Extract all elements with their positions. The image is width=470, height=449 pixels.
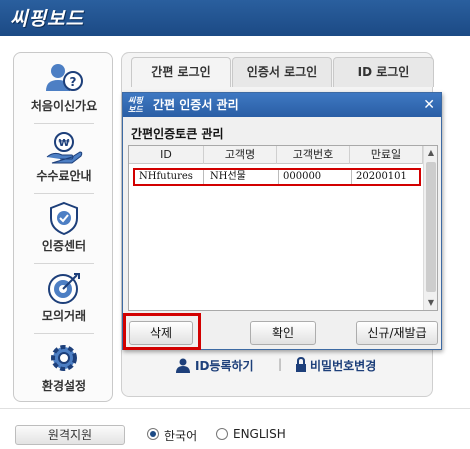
shield-check-icon xyxy=(50,201,78,235)
lock-icon xyxy=(296,357,306,372)
renew-button[interactable]: 신규/재발급 xyxy=(356,321,438,345)
radio-english[interactable] xyxy=(216,428,228,440)
password-change-link[interactable]: 비밀번호변경 xyxy=(310,357,376,374)
sidebar-item-settings[interactable]: 환경설정 xyxy=(14,341,114,394)
sidebar-item-first-time[interactable]: ? 처음이신가요 xyxy=(14,61,114,114)
remote-support-button[interactable]: 원격지원 xyxy=(15,425,125,445)
sidebar: ? 처음이신가요 ₩ 수수료안내 인증센터 모의거래 환경설정 xyxy=(13,52,113,402)
scroll-down-icon[interactable]: ▼ xyxy=(424,296,438,310)
footer-divider xyxy=(0,408,470,409)
tab-id-login[interactable]: ID 로그인 xyxy=(333,57,434,87)
id-register-link[interactable]: ID등록하기 xyxy=(195,357,254,374)
tab-simple-login[interactable]: 간편 로그인 xyxy=(131,57,231,87)
sidebar-item-cert-center[interactable]: 인증센터 xyxy=(14,201,114,254)
sidebar-item-label: 인증센터 xyxy=(41,239,87,253)
token-table: ID 고객명 고객번호 만료일 NHfutures NH선물 000000 20… xyxy=(128,145,438,311)
close-icon[interactable]: ✕ xyxy=(423,93,435,117)
top-bar: 씨핑보드 xyxy=(0,0,470,36)
gear-icon xyxy=(51,345,77,371)
sidebar-divider xyxy=(34,333,94,334)
user-question-icon: ? xyxy=(46,64,83,91)
column-header-name[interactable]: 고객명 xyxy=(204,146,277,164)
column-header-number[interactable]: 고객번호 xyxy=(277,146,350,164)
tab-cert-login[interactable]: 인증서 로그인 xyxy=(232,57,332,87)
radio-korean[interactable] xyxy=(147,428,159,440)
cell-id: NHfutures xyxy=(135,170,204,184)
brand-logo: 씨핑보드 xyxy=(10,8,84,30)
sidebar-divider xyxy=(34,263,94,264)
token-manage-dialog: 씨핑보드 간편 인증서 관리 ✕ 간편인증토큰 관리 ID 고객명 고객번호 만… xyxy=(122,92,442,350)
sidebar-item-label: 처음이신가요 xyxy=(30,99,98,113)
coin-hand-icon: ₩ xyxy=(46,132,83,164)
dialog-title: 간편 인증서 관리 xyxy=(153,98,239,112)
bottom-links: ID등록하기 | 비밀번호변경 xyxy=(176,357,396,377)
table-row[interactable]: NHfutures NH선물 000000 20200101 xyxy=(133,168,421,186)
cell-expiry: 20200101 xyxy=(356,171,407,182)
column-header-id[interactable]: ID xyxy=(129,146,204,164)
sidebar-item-label: 수수료안내 xyxy=(36,169,92,183)
sidebar-divider xyxy=(34,123,94,124)
delete-highlight xyxy=(123,313,201,350)
svg-text:?: ? xyxy=(70,75,77,89)
radio-label-english[interactable]: ENGLISH xyxy=(233,427,286,441)
login-tabs: 간편 로그인 인증서 로그인 ID 로그인 xyxy=(131,57,434,87)
scroll-thumb[interactable] xyxy=(426,162,436,292)
column-header-expiry[interactable]: 만료일 xyxy=(350,146,423,164)
sidebar-item-label: 모의거래 xyxy=(41,309,87,323)
cell-name: NH선물 xyxy=(206,170,279,184)
sidebar-item-label: 환경설정 xyxy=(41,379,87,393)
user-icon xyxy=(176,358,190,373)
radio-label-korean[interactable]: 한국어 xyxy=(164,427,197,444)
svg-text:₩: ₩ xyxy=(58,138,69,149)
scroll-up-icon[interactable]: ▲ xyxy=(424,146,438,160)
dialog-logo: 씨핑보드 xyxy=(128,96,143,114)
confirm-button[interactable]: 확인 xyxy=(250,321,316,345)
table-scrollbar[interactable]: ▲ ▼ xyxy=(423,146,437,310)
cell-number: 000000 xyxy=(279,170,352,184)
link-divider: | xyxy=(278,357,283,371)
table-header: ID 고객명 고객번호 만료일 xyxy=(129,146,423,164)
sidebar-item-mock-trading[interactable]: 모의거래 xyxy=(14,271,114,324)
sidebar-divider xyxy=(34,193,94,194)
target-icon xyxy=(48,273,80,304)
dialog-titlebar: 씨핑보드 간편 인증서 관리 ✕ xyxy=(123,93,441,117)
dialog-heading: 간편인증토큰 관리 xyxy=(131,127,224,141)
sidebar-item-fees[interactable]: ₩ 수수료안내 xyxy=(14,131,114,184)
